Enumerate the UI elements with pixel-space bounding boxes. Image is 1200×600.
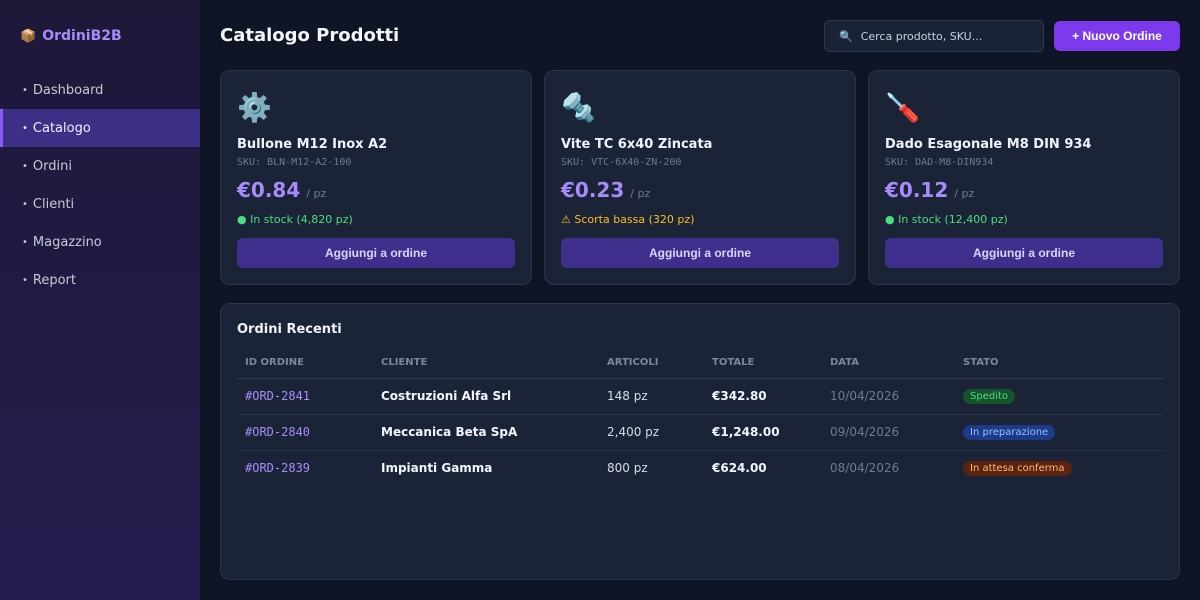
- bullet-icon: •: [22, 236, 28, 248]
- product-card: 🔩 Vite TC 6x40 Zincata SKU: VTC-6X40-ZN-…: [544, 70, 856, 285]
- screw-icon: 🔩: [561, 91, 596, 124]
- add-to-order-button[interactable]: Aggiungi a ordine: [885, 238, 1163, 268]
- search-icon: 🔍: [839, 29, 853, 43]
- bullet-icon: •: [22, 84, 28, 96]
- price-unit: / pz: [954, 187, 975, 200]
- order-id-link[interactable]: #ORD-2839: [237, 450, 373, 486]
- status-badge: In attesa conferma: [963, 461, 1072, 477]
- sidebar-nav: • Dashboard • Catalogo • Ordini • Clienti • M…: [0, 71, 200, 299]
- order-client: Costruzioni Alfa Srl: [373, 378, 599, 415]
- status-badge: Spedito: [963, 389, 1016, 404]
- recent-orders-title: Ordini Recenti: [237, 322, 342, 337]
- status-badge: In preparazione: [963, 425, 1056, 440]
- page-title: Catalogo Prodotti: [220, 25, 400, 46]
- price-unit: / pz: [306, 187, 327, 200]
- price-row: €0.84 / pz: [237, 178, 326, 202]
- order-status-cell: Spedito: [955, 378, 1164, 415]
- price-row: €0.12 / pz: [885, 178, 974, 202]
- product-sku: SKU: DAD-M8-DIN934: [885, 157, 994, 168]
- sidebar: 📦 OrdiniB2B • Dashboard • Catalogo • Ordini…: [0, 0, 200, 600]
- product-name: Vite TC 6x40 Zincata: [561, 137, 713, 152]
- column-header[interactable]: ID ORDINE: [237, 348, 373, 379]
- order-client: Meccanica Beta SpA: [373, 414, 599, 451]
- sidebar-item-catalogo[interactable]: • Catalogo: [0, 109, 200, 147]
- order-items: 148 pz: [599, 378, 704, 415]
- product-card: ⚙️ Bullone M12 Inox A2 SKU: BLN-M12-A2-1…: [220, 70, 532, 285]
- order-items: 800 pz: [607, 461, 648, 476]
- order-items: 2,400 pz: [599, 414, 704, 451]
- column-header[interactable]: STATO: [955, 348, 1164, 379]
- order-client: Impianti Gamma: [381, 461, 493, 476]
- order-total: €342.80: [704, 378, 822, 415]
- product-sku: SKU: BLN-M12-A2-100: [237, 157, 352, 168]
- order-date: 10/04/2026: [822, 378, 955, 415]
- column-header[interactable]: CLIENTE: [373, 348, 599, 379]
- sidebar-item-clienti[interactable]: • Clienti: [0, 185, 200, 223]
- stock-status: ● In stock (12,400 pz): [885, 213, 1008, 226]
- table-row[interactable]: #ORD-2841 Costruzioni Alfa Srl 148 pz €3…: [237, 378, 1164, 415]
- column-header[interactable]: DATA: [822, 348, 955, 379]
- bullet-icon: •: [22, 198, 28, 210]
- column-header[interactable]: TOTALE: [704, 348, 822, 379]
- order-date: 08/04/2026: [830, 461, 900, 476]
- sidebar-item-label: Clienti: [32, 196, 75, 212]
- order-total: €1,248.00: [704, 414, 822, 451]
- product-price: €0.12: [885, 178, 949, 202]
- bullet-icon: •: [22, 274, 28, 286]
- bullet-icon: •: [22, 122, 28, 134]
- product-price: €0.23: [561, 178, 625, 202]
- add-to-order-button[interactable]: Aggiungi a ordine: [561, 238, 839, 268]
- sidebar-item-ordini[interactable]: • Ordini: [0, 147, 200, 185]
- sidebar-item-label: Ordini: [32, 158, 72, 174]
- bullet-icon: •: [22, 160, 28, 172]
- table-header-row: ID ORDINE CLIENTE ARTICOLI TOTALE DATA S…: [237, 348, 1164, 379]
- product-price: €0.84: [237, 178, 301, 202]
- order-status-cell: In attesa conferma: [955, 450, 1164, 486]
- search-box[interactable]: 🔍: [824, 20, 1044, 52]
- order-total: €624.00: [712, 461, 767, 476]
- price-unit: / pz: [630, 187, 651, 200]
- package-icon: 📦: [20, 28, 37, 44]
- product-name: Bullone M12 Inox A2: [237, 137, 388, 152]
- order-id-link[interactable]: #ORD-2841: [237, 378, 373, 415]
- recent-orders-panel: Ordini Recenti ID ORDINE CLIENTE ARTICOL…: [220, 303, 1180, 580]
- product-name: Dado Esagonale M8 DIN 934: [885, 137, 1092, 152]
- sidebar-item-label: Report: [32, 272, 77, 288]
- sidebar-item-label: Magazzino: [32, 234, 102, 250]
- search-input[interactable]: [860, 29, 1031, 43]
- sidebar-item-label: Dashboard: [32, 82, 104, 98]
- sidebar-item-dashboard[interactable]: • Dashboard: [0, 71, 200, 109]
- gear-icon: ⚙️: [237, 91, 272, 124]
- new-order-button[interactable]: + Nuovo Ordine: [1054, 21, 1180, 51]
- stock-status: ● In stock (4,820 pz): [237, 213, 353, 226]
- table-row[interactable]: #ORD-2840 Meccanica Beta SpA 2,400 pz €1…: [237, 414, 1164, 451]
- order-date: 09/04/2026: [822, 414, 955, 451]
- sidebar-item-label: Catalogo: [32, 120, 91, 136]
- order-status-cell: In preparazione: [955, 414, 1164, 451]
- stock-status: ⚠ Scorta bassa (320 pz): [561, 213, 695, 226]
- sidebar-item-report[interactable]: • Report: [0, 261, 200, 299]
- product-card: 🪛 Dado Esagonale M8 DIN 934 SKU: DAD-M8-…: [868, 70, 1180, 285]
- sidebar-item-magazzino[interactable]: • Magazzino: [0, 223, 200, 261]
- orders-table: ID ORDINE CLIENTE ARTICOLI TOTALE DATA S…: [237, 348, 1164, 486]
- price-row: €0.23 / pz: [561, 178, 650, 202]
- table-row[interactable]: #ORD-2839 Impianti Gamma 800 pz €624.00 …: [237, 450, 1164, 486]
- order-id-link[interactable]: #ORD-2840: [237, 414, 373, 451]
- brand-name: OrdiniB2B: [42, 28, 122, 44]
- product-sku: SKU: VTC-6X40-ZN-200: [561, 157, 682, 168]
- brand[interactable]: 📦 OrdiniB2B: [20, 28, 122, 44]
- screwdriver-icon: 🪛: [885, 91, 920, 124]
- column-header[interactable]: ARTICOLI: [599, 348, 704, 379]
- add-to-order-button[interactable]: Aggiungi a ordine: [237, 238, 515, 268]
